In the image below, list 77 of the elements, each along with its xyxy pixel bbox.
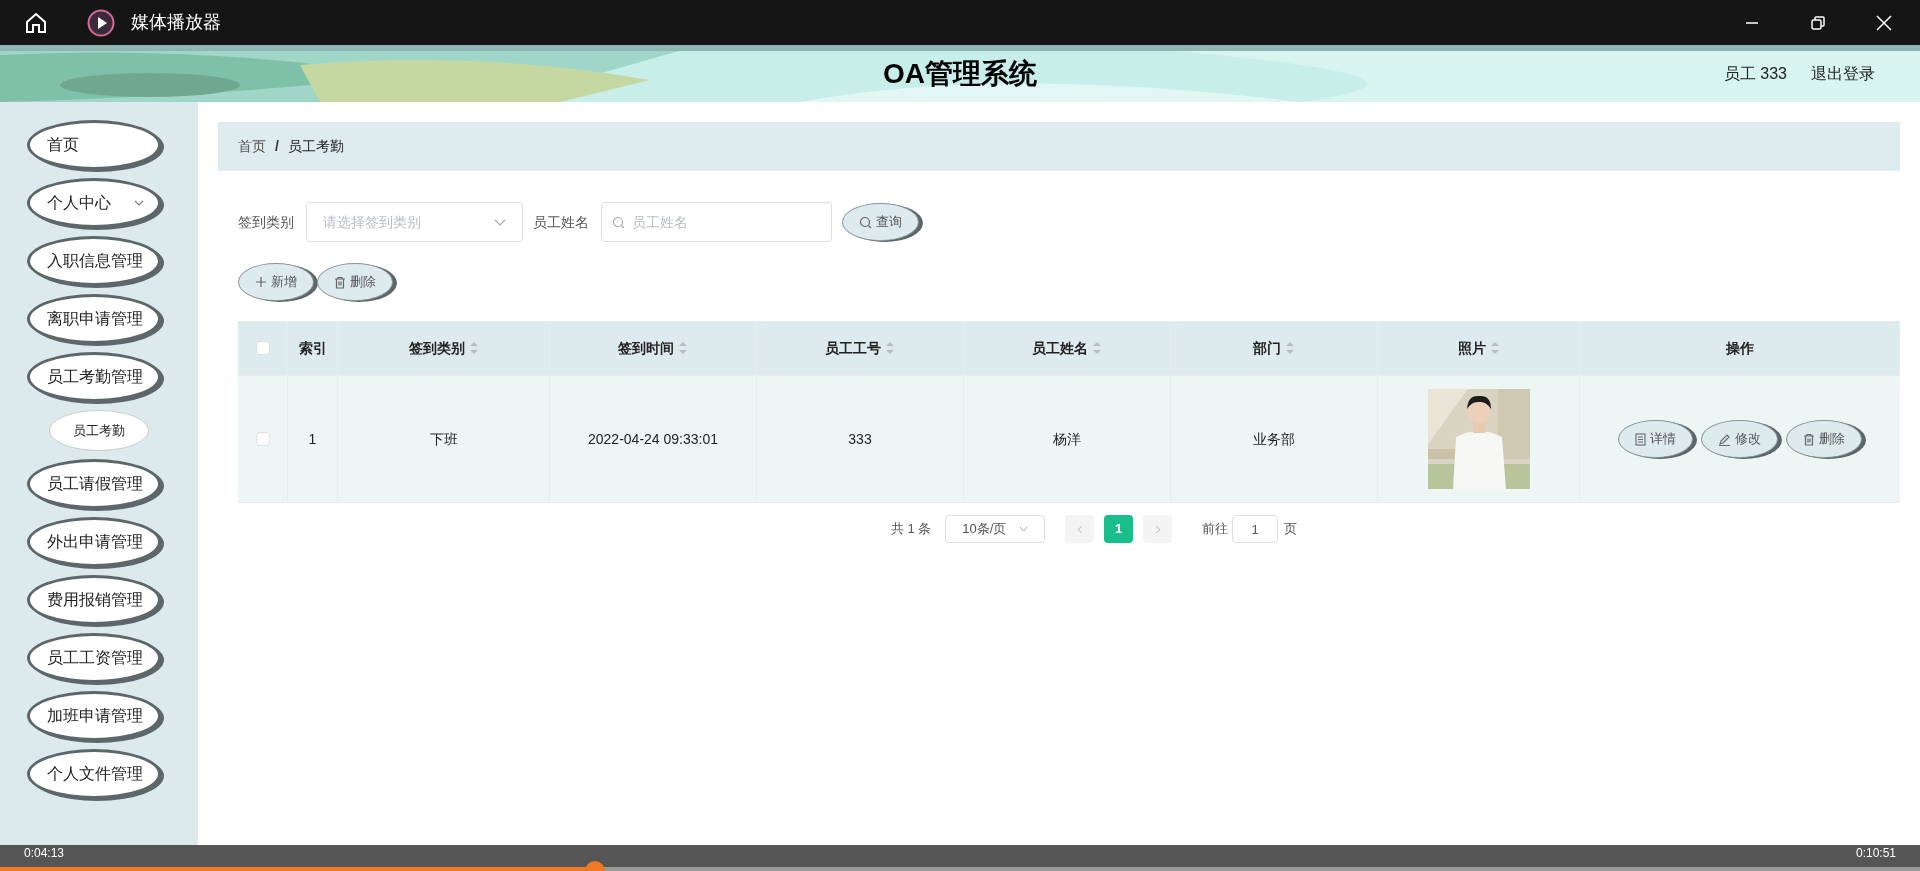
checkbox[interactable]: [255, 432, 270, 446]
progress-thumb[interactable]: [585, 861, 606, 871]
breadcrumb-link[interactable]: 员工考勤: [287, 136, 344, 157]
page-size-select[interactable]: 10条/页: [945, 515, 1046, 543]
chevron-icon: [494, 218, 506, 226]
trash-icon: [1803, 432, 1815, 446]
goto-field[interactable]: 1: [1232, 515, 1279, 543]
column-header: 照片: [1378, 321, 1580, 375]
column-header: 索引: [288, 321, 338, 375]
search-icon: [859, 215, 872, 229]
plus-icon: [255, 276, 267, 288]
add-button[interactable]: 新增: [238, 263, 314, 301]
duration-time: 0:10:51: [1855, 847, 1896, 861]
column-header: 员工姓名: [964, 321, 1171, 375]
sort-icon[interactable]: [885, 341, 895, 355]
chevron-icon: [134, 200, 144, 206]
menu-item[interactable]: 员工请假管理: [27, 459, 161, 509]
sort-icon[interactable]: [1285, 341, 1295, 355]
edit-button[interactable]: 修改: [1701, 420, 1778, 458]
menu-item[interactable]: 入职信息管理: [27, 236, 161, 286]
table-cell: 2022-04-24 09:33:01: [550, 376, 757, 502]
page-unit: 页: [1284, 520, 1298, 539]
sort-icon[interactable]: [468, 341, 479, 355]
column-header: 签到类别: [338, 321, 550, 375]
sort-icon[interactable]: [678, 341, 688, 355]
menu-item[interactable]: 员工考勤管理: [27, 352, 161, 402]
elapsed-time: 0:04:13: [24, 847, 65, 861]
sort-icon[interactable]: [1489, 341, 1500, 355]
column-header: 部门: [1171, 321, 1378, 375]
checkbox[interactable]: [255, 341, 270, 355]
table-cell: 杨洋: [964, 376, 1171, 502]
trash-icon: [334, 275, 346, 289]
next-page-button[interactable]: [1143, 515, 1173, 543]
pencil-icon: [1718, 432, 1731, 446]
details-button[interactable]: 详情: [1618, 420, 1693, 458]
user-name: 员工 333: [1723, 63, 1787, 84]
menu-item[interactable]: 离职申请管理: [27, 294, 161, 344]
search-icon: [612, 216, 625, 229]
menu-item[interactable]: 加班申请管理: [27, 691, 161, 741]
menu-item[interactable]: 员工工资管理: [27, 633, 161, 683]
table-cell: 1: [288, 376, 338, 502]
column-header: 操作: [1580, 321, 1900, 375]
close-icon[interactable]: [1876, 14, 1892, 31]
column-header: 员工工号: [757, 321, 964, 375]
logout-link[interactable]: 退出登录: [1811, 61, 1875, 86]
prev-page-button[interactable]: [1065, 515, 1095, 543]
filter-label: 签到类别: [238, 212, 294, 232]
query-button[interactable]: 查询: [842, 203, 919, 241]
menu-item[interactable]: 员工考勤: [49, 410, 149, 451]
delete-button[interactable]: 删除: [317, 263, 393, 301]
goto-label: 前往: [1202, 520, 1229, 539]
name-field[interactable]: 员工姓名: [601, 202, 832, 242]
breadcrumb-separator: /: [275, 137, 279, 156]
app-title: OA管理系统: [883, 56, 1037, 91]
delete-button[interactable]: 删除: [1786, 420, 1862, 458]
chevron-right-icon: [1154, 524, 1161, 534]
home-icon[interactable]: [24, 10, 48, 35]
menu-item[interactable]: 外出申请管理: [27, 517, 161, 567]
window-title: 媒体播放器: [131, 11, 221, 34]
sort-icon[interactable]: [1092, 341, 1102, 355]
filter-label: 员工姓名: [533, 212, 589, 232]
play-icon: [87, 8, 115, 37]
progress-track[interactable]: [0, 861, 1920, 871]
table-cell: 业务部: [1171, 376, 1378, 502]
restore-icon[interactable]: [1810, 14, 1826, 31]
table-cell: 333: [757, 376, 964, 502]
breadcrumb-link[interactable]: 首页: [238, 136, 266, 157]
chevron-icon: [1019, 526, 1029, 532]
table-cell: 下班: [338, 376, 550, 502]
total-count: 共 1 条: [890, 520, 932, 539]
menu-item[interactable]: 费用报销管理: [27, 575, 161, 625]
menu-item[interactable]: 个人文件管理: [27, 749, 161, 799]
menu-item[interactable]: 个人中心: [27, 178, 161, 228]
column-header: 签到时间: [550, 321, 757, 375]
menu-item[interactable]: 首页: [27, 120, 161, 170]
chevron-left-icon: [1076, 524, 1083, 534]
document-icon: [1635, 432, 1646, 446]
